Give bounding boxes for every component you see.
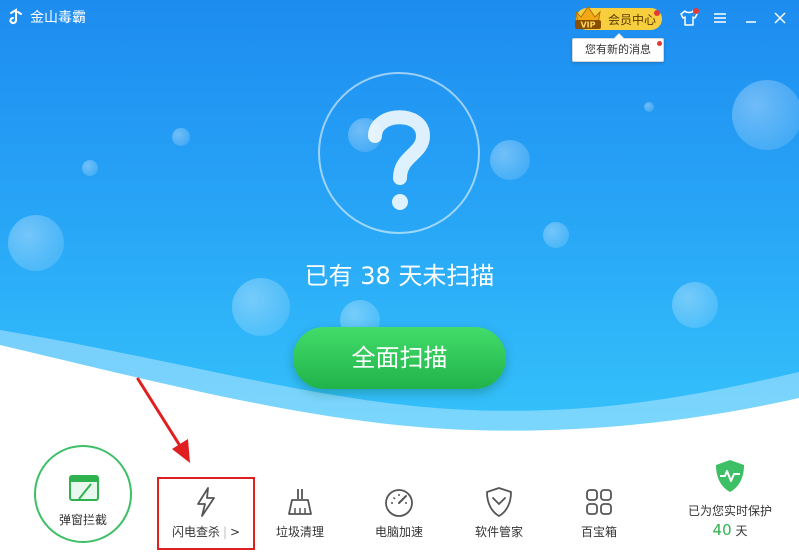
speedometer-icon	[385, 489, 413, 517]
close-icon	[774, 12, 786, 24]
protection-shield-icon	[716, 460, 744, 492]
app-window: 金山毒霸 VIP 会员中心 您有新的消息 已有 38 天未扫描 全面扫描 弹窗拦…	[0, 0, 799, 560]
vip-center-label: 会员中心	[608, 12, 657, 27]
toolbox-label: 百宝箱	[580, 525, 617, 539]
software-manager-button[interactable]: 软件管家	[451, 478, 547, 548]
full-scan-button[interactable]: 全面扫描	[293, 327, 506, 389]
menu-icon	[714, 13, 726, 23]
message-tooltip-text: 您有新的消息	[585, 43, 651, 56]
pc-speed-button[interactable]: 电脑加速	[351, 478, 447, 548]
shield-icon	[486, 487, 512, 517]
toolbox-button[interactable]: 百宝箱	[551, 478, 647, 548]
protection-text: 已为您实时保护	[687, 504, 772, 518]
menu-button[interactable]	[707, 6, 733, 30]
junk-clean-label: 垃圾清理	[275, 525, 324, 539]
popup-block-button[interactable]: 弹窗拦截	[34, 445, 132, 543]
skin-button[interactable]	[676, 6, 702, 30]
protection-days-unit: 天	[735, 524, 748, 538]
app-logo: 金山毒霸	[8, 7, 86, 27]
vip-crown-icon: VIP	[575, 6, 601, 30]
scan-status-text: 已有 38 天未扫描	[304, 262, 495, 290]
protection-days-row: 40 天	[680, 521, 780, 539]
question-mark-icon	[368, 110, 431, 210]
title-bar: 金山毒霸 VIP 会员中心	[0, 0, 799, 36]
broom-icon	[288, 489, 312, 515]
notification-dot	[654, 10, 660, 16]
junk-clean-button[interactable]: 垃圾清理	[252, 478, 348, 548]
highlight-box	[157, 477, 255, 550]
popup-block-label: 弹窗拦截	[58, 513, 107, 527]
kingsoft-logo-icon	[9, 8, 22, 25]
apps-grid-icon	[586, 489, 612, 515]
message-tooltip[interactable]: 您有新的消息	[572, 33, 664, 62]
protection-days: 40	[712, 521, 732, 539]
minimize-button[interactable]	[738, 6, 764, 30]
status-ring	[318, 72, 480, 234]
notification-dot	[693, 8, 699, 14]
vip-center-button[interactable]: VIP 会员中心	[575, 6, 662, 30]
app-title: 金山毒霸	[30, 10, 86, 26]
close-button[interactable]	[767, 6, 793, 30]
svg-text:VIP: VIP	[580, 21, 595, 30]
pc-speed-label: 电脑加速	[374, 525, 423, 539]
notification-dot	[657, 41, 662, 46]
popup-block-icon	[69, 475, 99, 501]
protection-status[interactable]: 已为您实时保护 40 天	[680, 458, 780, 548]
minimize-icon	[746, 21, 756, 23]
red-arrow-annotation	[136, 377, 190, 463]
software-manager-label: 软件管家	[474, 525, 523, 539]
